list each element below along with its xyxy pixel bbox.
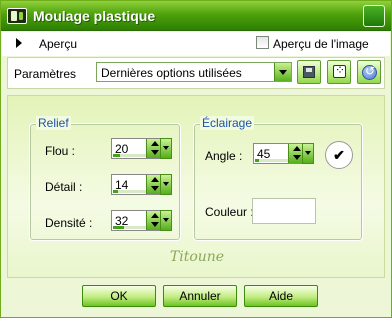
- blur-spinner[interactable]: 20: [111, 138, 163, 159]
- angle-dial[interactable]: ✔: [325, 141, 353, 169]
- expand-preview-icon[interactable]: [16, 38, 22, 48]
- arrow-down-icon[interactable]: [151, 222, 159, 227]
- window-title: Moulage plastique: [33, 8, 156, 24]
- reset-icon: [362, 64, 377, 80]
- density-menu-button[interactable]: [160, 210, 172, 231]
- arrow-up-icon[interactable]: [151, 141, 159, 146]
- angle-label: Angle :: [205, 149, 243, 163]
- blur-menu-button[interactable]: [160, 138, 172, 159]
- lighting-group-title: Éclairage: [200, 116, 255, 130]
- blur-label: Flou :: [45, 144, 76, 158]
- preview-label[interactable]: Aperçu: [39, 37, 77, 51]
- preview-image-checkbox[interactable]: [256, 36, 269, 49]
- signature-watermark: Titoune: [169, 249, 225, 265]
- save-preset-button[interactable]: [297, 60, 321, 84]
- ok-button[interactable]: OK: [82, 285, 156, 307]
- app-icon: [7, 8, 27, 24]
- help-button[interactable]: Aide: [244, 285, 318, 307]
- cancel-button[interactable]: Annuler: [163, 285, 237, 307]
- blur-slider-fill: [113, 154, 120, 157]
- color-swatch[interactable]: [252, 198, 316, 224]
- angle-slider-fill: [255, 159, 260, 162]
- title-bar[interactable]: Moulage plastique: [1, 1, 391, 31]
- color-label: Couleur :: [205, 205, 254, 219]
- detail-slider-fill: [113, 190, 118, 193]
- blur-slider-track: [113, 154, 147, 157]
- detail-label: Détail :: [45, 180, 83, 194]
- chevron-down-icon[interactable]: [274, 63, 291, 81]
- arrow-up-icon[interactable]: [293, 146, 301, 151]
- relief-group-title: Relief: [36, 116, 71, 130]
- reset-button[interactable]: [357, 60, 381, 84]
- arrow-down-icon[interactable]: [151, 150, 159, 155]
- floppy-disk-icon: [303, 66, 315, 78]
- density-slider-track: [113, 226, 147, 229]
- detail-slider-track: [113, 190, 147, 193]
- density-spinner[interactable]: 32: [111, 210, 163, 231]
- preset-value: Dernières options utilisées: [101, 66, 242, 80]
- dialog-window: Moulage plastique Aperçu Aperçu de l'ima…: [0, 0, 392, 318]
- arrow-down-icon[interactable]: [293, 155, 301, 160]
- settings-label: Paramètres: [14, 67, 77, 81]
- detail-menu-button[interactable]: [160, 174, 172, 195]
- density-label: Densité :: [45, 216, 93, 230]
- arrow-up-icon[interactable]: [151, 213, 159, 218]
- angle-slider-track: [255, 159, 289, 162]
- randomize-button[interactable]: [327, 60, 351, 84]
- dice-icon: [333, 63, 346, 78]
- arrow-up-icon[interactable]: [151, 177, 159, 182]
- arrow-down-icon[interactable]: [151, 186, 159, 191]
- density-slider-fill: [113, 226, 124, 229]
- angle-menu-button[interactable]: [302, 143, 314, 164]
- detail-spinner[interactable]: 14: [111, 174, 163, 195]
- preset-select[interactable]: Dernières options utilisées: [96, 62, 292, 82]
- close-button[interactable]: [363, 5, 385, 27]
- preview-image-label[interactable]: Aperçu de l'image: [273, 37, 369, 51]
- angle-spinner[interactable]: 45: [253, 143, 305, 164]
